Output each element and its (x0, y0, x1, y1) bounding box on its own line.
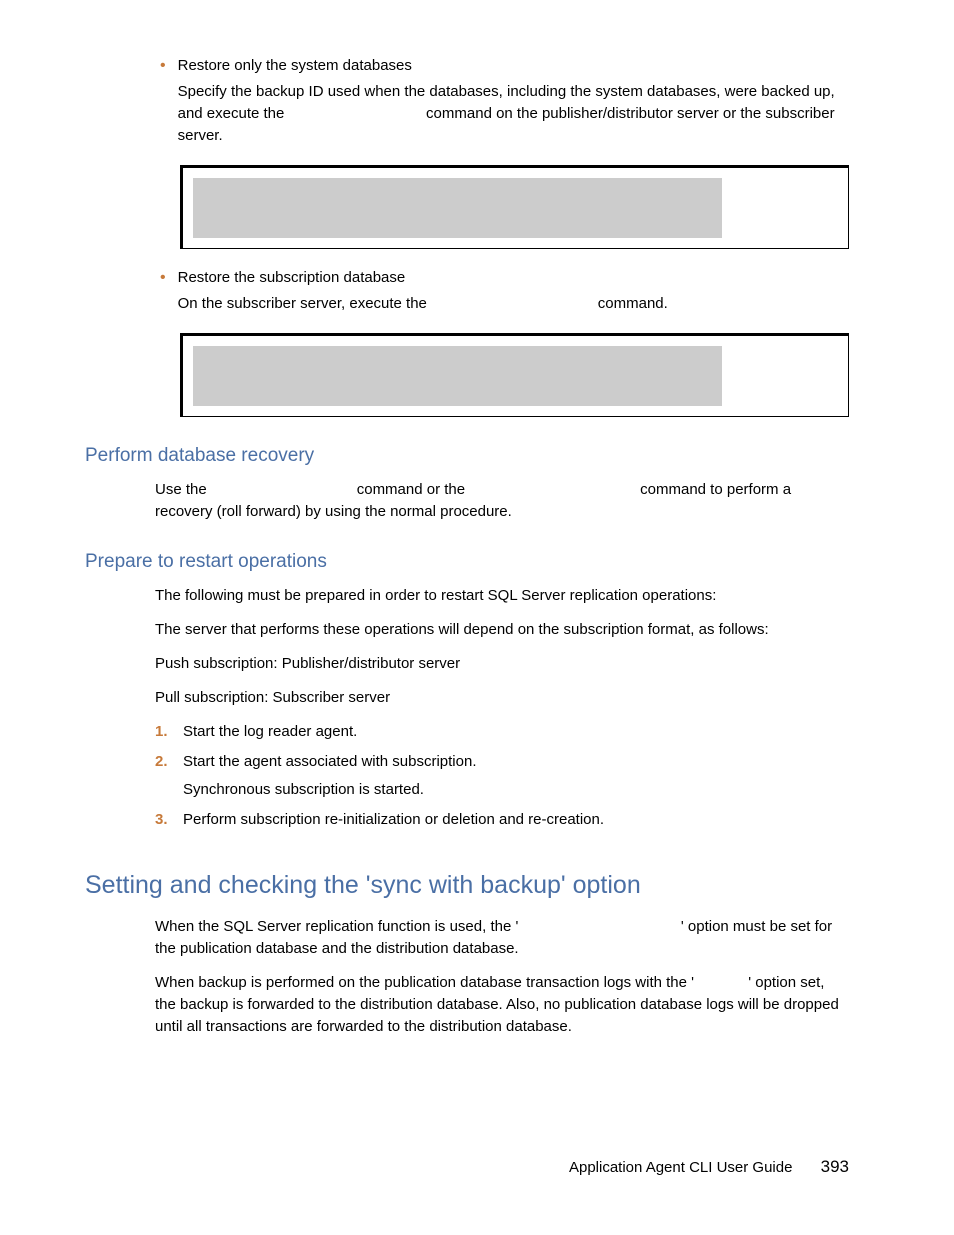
step-sub: Synchronous subscription is started. (183, 779, 849, 801)
step-number: 3. (155, 809, 183, 831)
step-number: 1. (155, 721, 183, 743)
code-box (180, 333, 849, 417)
prepare-p2: The server that performs these operation… (155, 619, 849, 641)
bullet-content: Restore only the system databases Specif… (178, 55, 849, 147)
step-2: 2. Start the agent associated with subsc… (155, 751, 849, 801)
bullet-restore-subscription: • Restore the subscription database On t… (160, 267, 849, 315)
step-text: Perform subscription re-initialization o… (183, 809, 849, 831)
bullet-detail: On the subscriber server, execute the co… (178, 293, 849, 315)
step-content: Start the agent associated with subscrip… (183, 751, 849, 801)
bullet-title: Restore the subscription database (178, 267, 849, 289)
bullet-title: Restore only the system databases (178, 55, 849, 77)
bullet-restore-system: • Restore only the system databases Spec… (160, 55, 849, 147)
page-footer: Application Agent CLI User Guide 393 (569, 1157, 849, 1177)
bullet-detail: Specify the backup ID used when the data… (178, 81, 849, 147)
code-box-inner (193, 346, 722, 406)
footer-title: Application Agent CLI User Guide (569, 1159, 792, 1176)
prepare-p1: The following must be prepared in order … (155, 585, 849, 607)
heading-perform-recovery: Perform database recovery (85, 445, 849, 467)
step-text: Start the agent associated with subscrip… (183, 751, 849, 773)
step-number: 2. (155, 751, 183, 801)
setting-p2: When backup is performed on the publicat… (155, 972, 849, 1038)
bullet-icon: • (160, 55, 166, 147)
prepare-p3: Push subscription: Publisher/distributor… (155, 653, 849, 675)
setting-p1: When the SQL Server replication function… (155, 916, 849, 960)
page-number: 393 (821, 1157, 849, 1176)
heading-sync-backup: Setting and checking the 'sync with back… (85, 871, 849, 900)
heading-prepare-restart: Prepare to restart operations (85, 551, 849, 573)
bullet-icon: • (160, 267, 166, 315)
bullet-content: Restore the subscription database On the… (178, 267, 849, 315)
perform-text: Use the command or the command to perfor… (155, 479, 849, 523)
prepare-p4: Pull subscription: Subscriber server (155, 687, 849, 709)
code-box-inner (193, 178, 722, 238)
step-text: Start the log reader agent. (183, 721, 849, 743)
step-3: 3. Perform subscription re-initializatio… (155, 809, 849, 831)
step-1: 1. Start the log reader agent. (155, 721, 849, 743)
code-box (180, 165, 849, 249)
